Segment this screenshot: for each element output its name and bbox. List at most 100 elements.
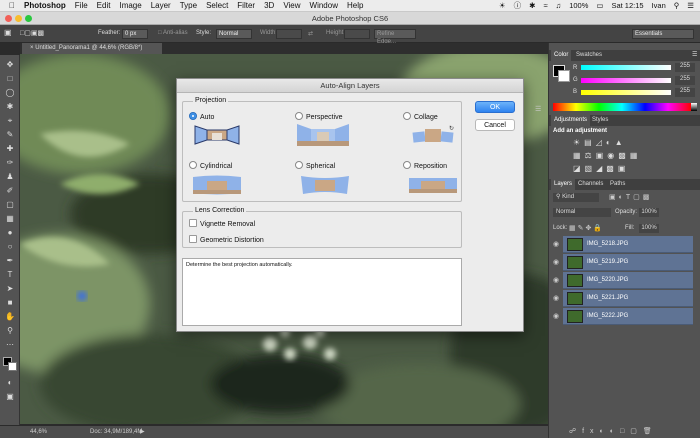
battery-icon[interactable]: ▭ (596, 1, 603, 10)
fill-input[interactable]: 100% (639, 224, 659, 233)
close-tab-icon[interactable]: × (30, 45, 34, 51)
b-value[interactable]: 255 (675, 88, 695, 97)
menu-select[interactable]: Select (206, 1, 228, 10)
layer-row[interactable]: ◉ IMG_5220.JPG (553, 272, 693, 289)
tab-swatches[interactable]: Swatches (573, 50, 605, 61)
history-icon[interactable]: ☰ (535, 105, 541, 113)
panel-menu-icon[interactable]: ☰ (689, 50, 700, 61)
bluetooth-icon[interactable]: ✱ (529, 1, 535, 10)
tab-adjustments[interactable]: Adjustments (551, 115, 591, 126)
spherical-radio[interactable]: Spherical (295, 161, 335, 170)
layer-row[interactable]: ◉ IMG_5221.JPG (553, 290, 693, 307)
wifi-icon[interactable]: ≈ (543, 1, 547, 10)
eye-icon[interactable]: ◉ (553, 308, 559, 325)
cancel-button[interactable]: Cancel (475, 119, 515, 131)
zoom-level[interactable]: 44,6% (30, 426, 47, 438)
perspective-radio[interactable]: Perspective (295, 112, 343, 121)
info-icon[interactable]: ⓘ (514, 0, 522, 11)
eye-icon[interactable]: ◉ (553, 272, 559, 289)
eye-icon[interactable]: ◉ (553, 254, 559, 271)
more-tools-icon[interactable]: ⋯ (3, 339, 17, 350)
tab-styles[interactable]: Styles (589, 115, 611, 126)
creative-cloud-icon[interactable]: ☀ (499, 1, 506, 10)
r-slider[interactable] (581, 65, 671, 70)
g-value[interactable]: 255 (675, 76, 695, 85)
eye-icon[interactable]: ◉ (553, 236, 559, 253)
geometric-checkbox[interactable]: Geometric Distortion (189, 235, 264, 244)
shape-tool-icon[interactable]: ■ (3, 297, 17, 308)
clone-stamp-icon[interactable]: ♟ (3, 171, 17, 182)
menu-help[interactable]: Help (347, 1, 363, 10)
layer-footer-icons[interactable]: ☍fx◐◐□▢🗑 (569, 427, 658, 435)
lock-icons[interactable]: ▦✎✥🔒 (569, 224, 604, 232)
notification-center-icon[interactable]: ☰ (687, 1, 694, 10)
menu-layer[interactable]: Layer (151, 1, 171, 10)
volume-icon[interactable]: ♫ (556, 1, 562, 10)
menu-file[interactable]: File (75, 1, 88, 10)
eyedropper-icon[interactable]: ✎ (3, 129, 17, 140)
quick-select-icon[interactable]: ✱ (3, 101, 17, 112)
quick-mask-icon[interactable]: ◐ (3, 377, 17, 388)
menu-3d[interactable]: 3D (264, 1, 274, 10)
path-select-icon[interactable]: ➤ (3, 283, 17, 294)
eye-icon[interactable]: ◉ (553, 290, 559, 307)
b-slider[interactable] (581, 90, 671, 95)
grayscale-ramp[interactable] (691, 103, 697, 111)
menu-app-photoshop[interactable]: Photoshop (24, 1, 66, 10)
reposition-radio[interactable]: Reposition (403, 161, 447, 170)
ok-button[interactable]: OK (475, 101, 515, 113)
tab-color[interactable]: Color (551, 50, 572, 61)
doc-size[interactable]: Doc: 34,9M/189,4M (90, 426, 142, 438)
color-ramp[interactable] (553, 103, 691, 111)
apple-icon[interactable]:  (9, 1, 15, 10)
cylindrical-radio[interactable]: Cylindrical (189, 161, 232, 170)
move-tool-icon[interactable]: ✥ (3, 59, 17, 70)
layer-row[interactable]: ◉ IMG_5218.JPG (553, 236, 693, 253)
marquee-tool-icon[interactable]: □ (3, 73, 17, 84)
menu-image[interactable]: Image (119, 1, 141, 10)
screen-mode-icon[interactable]: ▣ (3, 391, 17, 402)
spotlight-icon[interactable]: ⚲ (674, 1, 680, 10)
background-color-swatch[interactable] (8, 362, 17, 371)
brush-tool-icon[interactable]: ✑ (3, 157, 17, 168)
height-input[interactable] (344, 29, 370, 39)
blend-mode-select[interactable]: Normal (553, 208, 611, 217)
eraser-icon[interactable]: ▢ (3, 199, 17, 210)
menu-view[interactable]: View (283, 1, 300, 10)
g-slider[interactable] (581, 78, 671, 83)
bg-swatch[interactable] (558, 70, 570, 82)
tab-paths[interactable]: Paths (607, 179, 628, 190)
layer-row[interactable]: ◉ IMG_5219.JPG (553, 254, 693, 271)
crop-tool-icon[interactable]: ⌖ (3, 115, 17, 126)
menu-edit[interactable]: Edit (97, 1, 111, 10)
kind-filter[interactable]: ⚲ Kind (553, 193, 599, 202)
collage-radio[interactable]: Collage (403, 112, 438, 121)
width-input[interactable] (276, 29, 302, 39)
zoom-tool-icon[interactable]: ⚲ (3, 325, 17, 336)
antialias-checkbox[interactable]: □ Anti-alias (158, 30, 188, 36)
refine-edge-button[interactable]: Refine Edge... (374, 29, 416, 45)
opacity-input[interactable]: 100% (639, 208, 659, 217)
dodge-tool-icon[interactable]: ○ (3, 241, 17, 252)
type-tool-icon[interactable]: T (3, 269, 17, 280)
menu-filter[interactable]: Filter (237, 1, 255, 10)
swap-icon[interactable]: ⇄ (308, 30, 313, 37)
workspace-select[interactable]: Essentials (632, 29, 694, 39)
tab-channels[interactable]: Channels (575, 179, 606, 190)
menu-window[interactable]: Window (310, 1, 338, 10)
blur-tool-icon[interactable]: ● (3, 227, 17, 238)
menu-type[interactable]: Type (180, 1, 197, 10)
layer-row[interactable]: ◉ IMG_5222.JPG (553, 308, 693, 325)
user-name[interactable]: Ivan (652, 1, 666, 10)
gradient-tool-icon[interactable]: ▦ (3, 213, 17, 224)
filter-icons[interactable]: ▣◐T▢▩ (609, 193, 652, 201)
document-tab[interactable]: × Untitled_Panorama1 @ 44,6% (RGB/8*) (22, 43, 162, 54)
pen-tool-icon[interactable]: ✒ (3, 255, 17, 266)
status-arrow-icon[interactable]: ▶ (140, 426, 145, 438)
minimize-window-icon[interactable] (15, 15, 22, 22)
adjustment-icons-row3[interactable]: ◪▧◢▩▣ (573, 164, 629, 173)
close-window-icon[interactable] (5, 15, 12, 22)
adjustment-icons-row1[interactable]: ☀▤◿◐▲ (573, 138, 627, 147)
zoom-window-icon[interactable] (25, 15, 32, 22)
adjustment-icons-row2[interactable]: ▦⚖▣◉▩▦ (573, 151, 641, 160)
